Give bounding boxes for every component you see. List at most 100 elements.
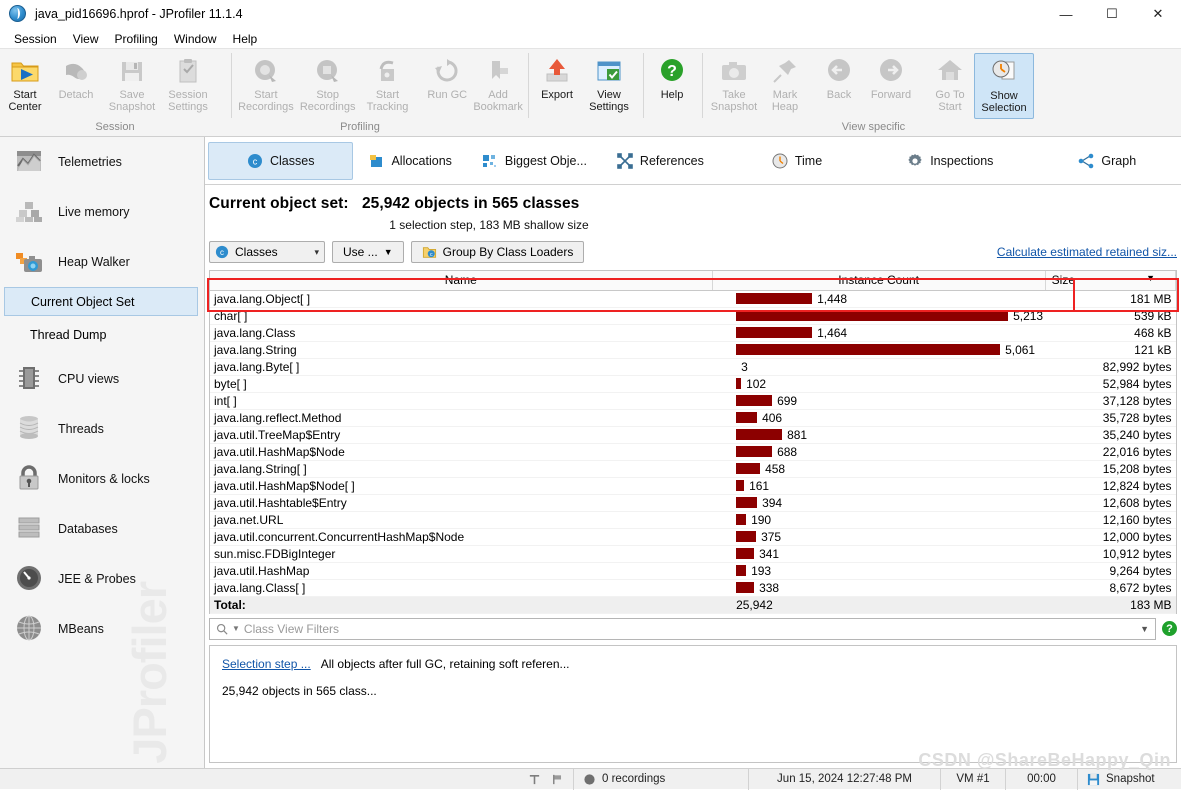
calculate-retained-size-link[interactable]: Calculate estimated retained siz... [997,245,1177,259]
instance-count-label: 458 [765,461,786,476]
cell-instance-count: 190 [712,511,1046,529]
instance-count-bar [736,310,1009,321]
ribbon-group-label: Profiling [340,121,380,133]
tab-references[interactable]: References [602,142,719,180]
sidebar-item-live-memory[interactable]: Live memory [0,187,204,237]
menu-profiling[interactable]: Profiling [107,31,166,47]
sidebar-item-cpu-views[interactable]: CPU views [0,354,204,404]
class-view-filter-input[interactable]: ▼ Class View Filters ▼ [209,617,1156,640]
table-row[interactable]: java.util.TreeMap$Entry 881 35,240 bytes [210,426,1176,444]
start-center-button[interactable]: Start Center [2,53,48,113]
forward-button[interactable]: Forward [863,53,919,101]
close-button[interactable]: ✕ [1135,0,1181,29]
sidebar-item-telemetries[interactable]: Telemetries [0,137,204,187]
status-snapshot[interactable]: Snapshot [1078,769,1164,790]
group-by-class-loaders-button[interactable]: c Group By Class Loaders [410,241,585,263]
table-row[interactable]: java.lang.Class 1,464 468 kB [210,324,1176,342]
chevron-down-icon[interactable]: ▼ [1140,624,1149,634]
add-bookmark-button[interactable]: Add Bookmark [471,53,525,113]
sort-descending-icon: ▼ [1146,273,1155,284]
table-row[interactable]: java.lang.Class[ ] 338 8,672 bytes [210,579,1176,597]
stop-recordings-button[interactable]: Stop Recordings [297,53,359,113]
column-header-size[interactable]: Size ▼ [1045,271,1177,291]
sidebar-item-databases[interactable]: Databases [0,504,204,554]
menu-view[interactable]: View [65,31,107,47]
table-row[interactable]: int[ ] 699 37,128 bytes [210,392,1176,410]
tab-allocations[interactable]: Allocations [353,142,466,180]
table-row[interactable]: java.util.Hashtable$Entry 394 12,608 bytes [210,494,1176,512]
ribbon-separator [702,53,703,118]
table-row[interactable]: sun.misc.FDBigInteger 341 10,912 bytes [210,545,1176,563]
cell-instance-count: 394 [712,494,1046,512]
table-row[interactable]: java.util.HashMap$Node[ ] 161 12,824 bytes [210,477,1176,495]
tab-time[interactable]: Time [757,142,837,180]
cell-size: 12,608 bytes [1045,494,1176,512]
btn-label-line2: Bookmark [473,101,523,113]
selection-step-description: All objects after full GC, retaining sof… [320,656,570,671]
svg-text:?: ? [667,63,677,80]
menu-session[interactable]: Session [6,31,65,47]
add-marker-icon[interactable] [528,773,541,786]
go-to-start-button[interactable]: Go To Start [926,53,974,113]
save-snapshot-button[interactable]: Save Snapshot [104,53,160,113]
menu-help[interactable]: Help [225,31,266,47]
take-snapshot-button[interactable]: Take Snapshot [706,53,762,113]
table-row[interactable]: char[ ] 5,213 539 kB [210,307,1176,325]
sidebar-item-monitors-locks[interactable]: Monitors & locks [0,454,204,504]
sidebar-item-thread-dump[interactable]: Thread Dump [0,320,204,350]
main-body: Telemetries Live memory Heap Walker Curr… [0,137,1181,772]
ribbon-group-export: Export View Settings [532,49,640,136]
column-header-instance-count[interactable]: Instance Count [712,271,1046,291]
table-row[interactable]: java.lang.String 5,061 121 kB [210,341,1176,359]
show-selection-button[interactable]: Show Selection [974,53,1034,119]
maximize-button[interactable]: ☐ [1089,0,1135,29]
view-settings-button[interactable]: View Settings [582,53,636,113]
help-button[interactable]: ? Help [647,53,697,101]
cell-instance-count: 1,464 [712,324,1046,342]
table-row[interactable]: java.util.HashMap 193 9,264 bytes [210,562,1176,580]
table-row[interactable]: java.lang.reflect.Method 406 35,728 bytes [210,409,1176,427]
sidebar-item-heap-walker[interactable]: Heap Walker [0,237,204,287]
tab-biggest-objects[interactable]: Biggest Obje... [467,142,602,180]
table-row[interactable]: byte[ ] 102 52,984 bytes [210,375,1176,393]
cell-instance-count: 193 [712,562,1046,580]
start-tracking-button[interactable]: Start Tracking [359,53,417,113]
table-row[interactable]: java.lang.Object[ ] 1,448 181 MB [210,290,1176,308]
sidebar-item-threads[interactable]: Threads [0,404,204,454]
pin-icon [770,56,800,86]
detach-button[interactable]: Detach [48,53,104,101]
table-header-row: Name Instance Count Size ▼ [210,271,1177,291]
selection-step-link[interactable]: Selection step ... [222,657,311,671]
table-row[interactable]: java.lang.Byte[ ] 3 82,992 bytes [210,358,1176,376]
table-row[interactable]: java.util.concurrent.ConcurrentHashMap$N… [210,528,1176,546]
table-row[interactable]: java.lang.String[ ] 458 15,208 bytes [210,460,1176,478]
status-bar: 0 recordings Jun 15, 2024 12:27:48 PM VM… [0,768,1181,790]
menu-window[interactable]: Window [166,31,225,47]
ribbon-group-label: View specific [841,121,906,133]
instance-count-label: 699 [777,393,798,408]
tab-graph[interactable]: Graph [1063,142,1151,180]
tab-classes[interactable]: c Classes [208,141,354,180]
cell-class-name: java.util.Hashtable$Entry [210,494,713,512]
instance-count-label: 394 [762,495,783,510]
export-button[interactable]: Export [532,53,582,101]
filter-help-icon[interactable]: ? [1162,621,1177,636]
instance-count-bar [736,429,783,440]
flag-icon[interactable] [551,773,564,786]
minimize-button[interactable]: — [1043,0,1089,29]
tab-inspections[interactable]: Inspections [892,142,1008,180]
mark-heap-button[interactable]: Mark Heap [762,53,808,113]
session-settings-button[interactable]: Session Settings [160,53,216,113]
start-recordings-button[interactable]: Start Recordings [235,53,297,113]
table-row[interactable]: java.util.HashMap$Node 688 22,016 bytes [210,443,1176,461]
classes-c-icon: c [247,153,263,169]
table-row[interactable]: java.net.URL 190 12,160 bytes [210,511,1176,529]
search-icon [216,623,228,635]
aggregation-level-select[interactable]: c Classes ▾ [209,241,325,263]
use-dropdown-button[interactable]: Use ... ▼ [332,241,404,263]
run-gc-button[interactable]: Run GC [423,53,471,101]
column-header-name[interactable]: Name [210,271,713,291]
sidebar-item-current-object-set[interactable]: Current Object Set [4,287,198,316]
total-label: Total: [210,595,713,614]
back-button[interactable]: Back [815,53,863,101]
